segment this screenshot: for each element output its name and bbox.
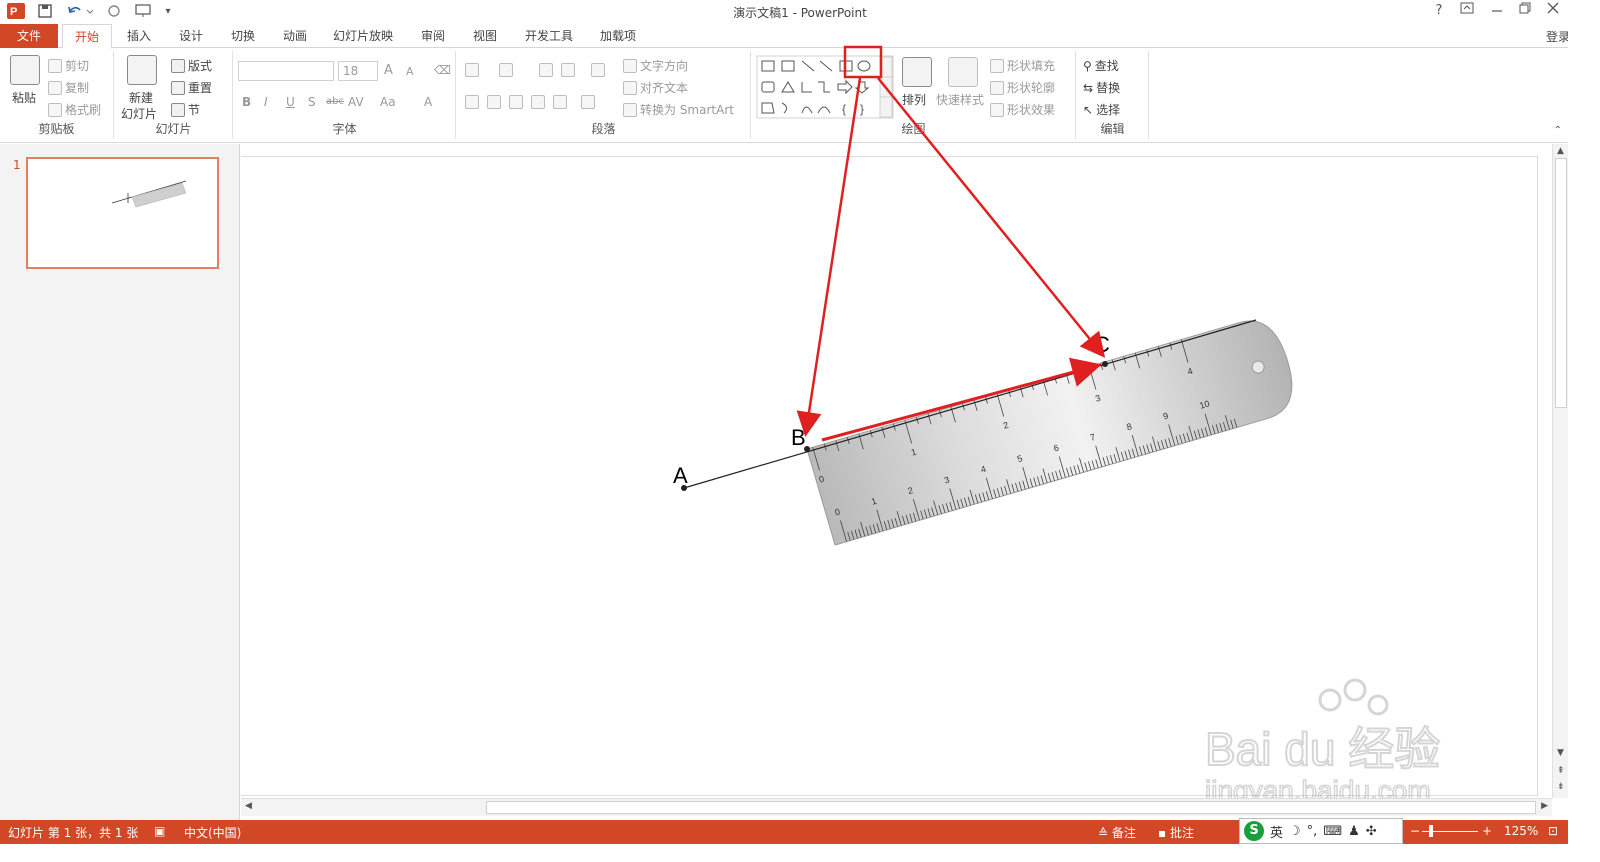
zoom-in-icon[interactable]: + [1482, 824, 1492, 838]
comment-icon: ▪ [1158, 826, 1170, 840]
next-slide-icon[interactable]: ⇟ [1557, 782, 1565, 792]
horizontal-scrollbar[interactable]: ◀ ▶ [241, 798, 1552, 816]
baidu-watermark: Bai du 经验 jingyan.baidu.com [1203, 678, 1441, 807]
zoom-slider-thumb[interactable] [1429, 825, 1433, 837]
scroll-left-icon[interactable]: ◀ [245, 801, 252, 811]
zoom-out-icon[interactable]: − [1410, 824, 1420, 838]
zoom-level[interactable]: 125% [1504, 824, 1538, 838]
arrow-to-c [877, 77, 1106, 358]
user-icon[interactable]: ♟ [1348, 824, 1360, 839]
notes-label: 备注 [1111, 826, 1136, 840]
notes-button[interactable]: ≙ 备注 [1098, 824, 1136, 841]
ime-toolbar: S 英 ☽ °, ⌨ ♟ ✣ [1239, 818, 1403, 844]
comments-button[interactable]: ▪ 批注 [1158, 824, 1194, 841]
sogou-icon[interactable]: S [1244, 821, 1264, 841]
ruler[interactable]: 012345678910 01234 [806, 313, 1302, 546]
notes-icon: ≙ [1098, 826, 1112, 840]
right-margin [1568, 0, 1600, 862]
toolbox-icon[interactable]: ✣ [1366, 824, 1377, 839]
label-a: A [673, 463, 688, 488]
scroll-right-icon[interactable]: ▶ [1541, 801, 1548, 811]
oval-tool-highlight [843, 45, 883, 79]
scroll-down-icon[interactable]: ▼ [1557, 748, 1564, 758]
slide-drawing: 012345678910 01234 A B C Bai du 经验 jingy… [673, 45, 1441, 807]
ime-language[interactable]: 英 [1270, 822, 1283, 841]
comments-label: 批注 [1169, 826, 1194, 840]
slide-info: 幻灯片 第 1 张，共 1 张 [8, 826, 139, 840]
vertical-scrollbar[interactable]: ▲ ▼ ⇞ ⇟ [1552, 144, 1568, 798]
label-b: B [791, 425, 806, 450]
point-c[interactable] [1102, 361, 1108, 367]
watermark-brand: Bai du 经验 [1205, 723, 1440, 775]
half-width-icon[interactable]: ☽ [1289, 824, 1301, 839]
spell-check-icon[interactable]: ▣ [154, 824, 165, 838]
bottom-margin [0, 844, 1568, 862]
arrow-to-b [796, 77, 862, 437]
punctuation-icon[interactable]: °, [1307, 824, 1318, 839]
vertical-scroll-thumb[interactable] [1555, 158, 1567, 408]
scroll-up-icon[interactable]: ▲ [1557, 146, 1564, 156]
language-status[interactable]: 中文(中国) [184, 824, 241, 841]
horizontal-scroll-thumb[interactable] [486, 801, 1536, 814]
keyboard-icon[interactable]: ⌨ [1323, 824, 1342, 839]
fit-slide-icon[interactable]: ⊡ [1548, 824, 1558, 838]
previous-slide-icon[interactable]: ⇞ [1557, 766, 1565, 776]
